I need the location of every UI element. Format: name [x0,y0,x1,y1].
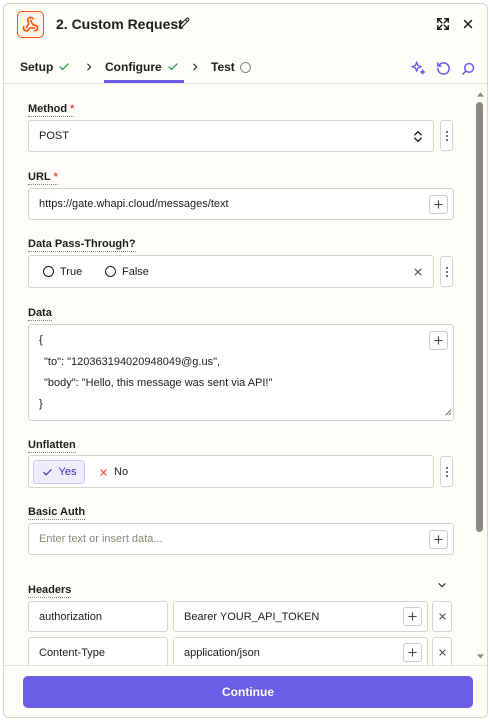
active-tab-indicator [104,80,184,83]
radio-false-label: False [122,265,149,278]
tab-configure[interactable]: Configure [105,60,179,74]
unflatten-label: Unflatten [28,439,76,453]
tab-setup[interactable]: Setup [20,60,70,74]
insert-data-plus-icon[interactable] [403,607,422,626]
continue-button[interactable]: Continue [23,676,473,708]
data-line: { [39,334,43,346]
remove-header-x-icon[interactable] [432,601,452,632]
tab-test[interactable]: Test [211,60,251,74]
panel-footer: Continue [4,665,487,717]
pending-circle-icon [239,61,251,73]
header-value-text: Bearer YOUR_API_TOKEN [184,610,320,623]
tab-test-label: Test [211,60,235,74]
header-value-input[interactable]: application/json [173,637,428,665]
scrollbar-thumb[interactable] [476,102,483,532]
header-value-input[interactable]: Bearer YOUR_API_TOKEN [173,601,428,632]
url-label: URL * [28,171,58,185]
method-value: POST [39,130,69,142]
basic-auth-input[interactable]: Enter text or insert data... [28,523,454,555]
header-key-value: authorization [39,610,102,623]
method-label-text: Method [28,103,68,115]
check-icon [168,63,178,71]
url-value: https://gate.whapi.cloud/messages/text [39,198,229,210]
refresh-icon[interactable] [434,59,452,77]
basic-auth-label: Basic Auth [28,506,86,520]
scroll-down-arrow-icon[interactable] [476,652,484,660]
radio-circle-icon [105,266,116,277]
url-label-text: URL [28,171,51,183]
unflatten-no-option[interactable]: No [99,460,128,484]
tab-configure-label: Configure [105,60,162,74]
url-input[interactable]: https://gate.whapi.cloud/messages/text [28,188,454,220]
custom-request-panel: 2. Custom Request Setup Configure Test M… [3,3,488,718]
webhook-app-icon [17,11,44,38]
unflatten-yes-option[interactable]: Yes [33,460,85,484]
unflatten-options-kebab[interactable] [440,456,453,487]
radio-false[interactable]: False [105,266,149,278]
header-key-value: Content-Type [39,646,106,659]
method-select[interactable]: POST [28,120,434,152]
required-marker: * [53,171,58,183]
pass-through-radio-group: True False [28,255,434,288]
select-updown-icon [413,130,423,146]
panel-header: 2. Custom Request [4,4,487,44]
headers-label: Headers [28,584,72,598]
check-icon [59,63,69,71]
pass-through-options-kebab[interactable] [440,256,453,287]
data-line: } [39,398,43,410]
data-line: "to": "120363194020948049@g.us", [44,356,221,368]
required-marker: * [70,103,75,115]
header-value-text: application/json [184,646,260,659]
unflatten-toggle-group: Yes No [28,455,434,488]
insert-data-plus-icon[interactable] [429,331,448,350]
search-icon[interactable] [459,59,477,77]
header-key-input[interactable]: authorization [28,601,168,632]
insert-data-plus-icon[interactable] [429,530,448,549]
remove-header-x-icon[interactable] [432,637,452,665]
chevron-right-icon [84,61,94,75]
radio-true-label: True [60,265,83,278]
x-icon [100,468,107,476]
insert-data-plus-icon[interactable] [403,643,422,662]
radio-true[interactable]: True [43,266,82,278]
resize-handle-icon[interactable] [444,407,452,419]
panel-title[interactable]: 2. Custom Request [56,16,183,32]
ai-sparkle-icon[interactable] [409,59,427,77]
close-icon[interactable] [460,16,476,32]
yes-label: Yes [58,466,77,478]
data-textarea[interactable]: { "to": "120363194020948049@g.us", "body… [28,324,454,421]
data-label: Data [28,307,52,321]
scroll-up-arrow-icon[interactable] [476,90,484,98]
expand-icon[interactable] [435,16,451,32]
data-line: "body": "Hello, this message was sent vi… [44,377,273,389]
header-key-input[interactable]: Content-Type [28,637,168,665]
step-tabs: Setup Configure Test [4,44,487,84]
chevron-right-icon [190,61,200,75]
basic-auth-placeholder: Enter text or insert data... [39,533,163,545]
clear-x-icon[interactable] [413,267,423,280]
chevron-down-icon[interactable] [437,579,447,593]
method-options-kebab[interactable] [440,120,453,151]
pass-through-label: Data Pass-Through? [28,238,136,252]
method-label: Method * [28,103,75,117]
radio-circle-icon [43,266,54,277]
no-label: No [114,466,129,478]
tab-setup-label: Setup [20,60,54,74]
configure-form: Method * POST URL * https://gate.whapi.c… [4,85,487,665]
check-icon [42,468,52,475]
edit-title-icon[interactable] [178,17,190,32]
insert-data-plus-icon[interactable] [429,195,448,214]
